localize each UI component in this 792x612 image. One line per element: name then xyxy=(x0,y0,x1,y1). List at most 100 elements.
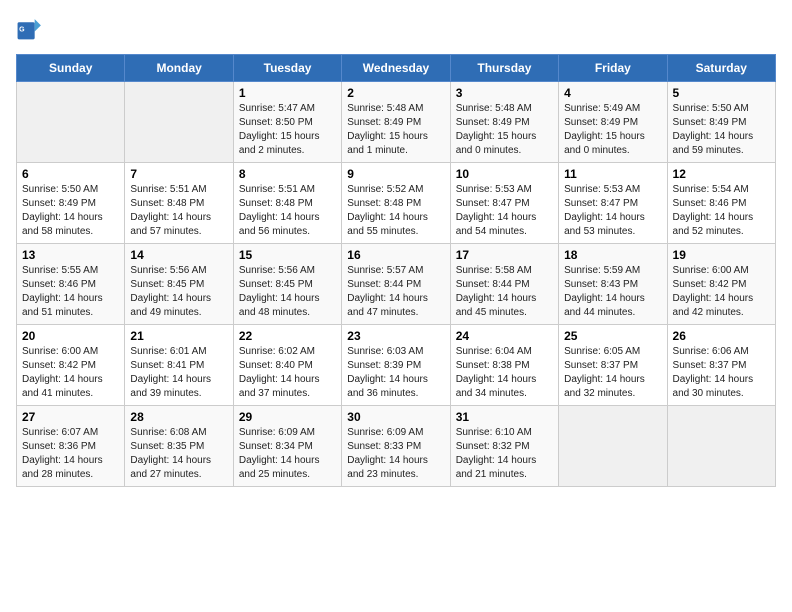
week-row-3: 13 Sunrise: 5:55 AMSunset: 8:46 PMDayligh… xyxy=(17,244,776,325)
calendar-cell: 7 Sunrise: 5:51 AMSunset: 8:48 PMDaylight… xyxy=(125,163,233,244)
day-detail: Sunrise: 6:02 AMSunset: 8:40 PMDaylight:… xyxy=(239,345,336,401)
day-detail: Sunrise: 5:49 AMSunset: 8:49 PMDaylight:… xyxy=(564,102,661,158)
day-number: 4 xyxy=(564,86,661,100)
day-detail: Sunrise: 6:01 AMSunset: 8:41 PMDaylight:… xyxy=(130,345,227,401)
day-detail: Sunrise: 5:58 AMSunset: 8:44 PMDaylight:… xyxy=(456,264,553,320)
calendar-cell: 10 Sunrise: 5:53 AMSunset: 8:47 PMDayligh… xyxy=(450,163,558,244)
logo: G xyxy=(16,16,48,44)
day-detail: Sunrise: 5:54 AMSunset: 8:46 PMDaylight:… xyxy=(673,183,770,239)
calendar-cell: 11 Sunrise: 5:53 AMSunset: 8:47 PMDayligh… xyxy=(559,163,667,244)
day-number: 24 xyxy=(456,329,553,343)
day-detail: Sunrise: 5:57 AMSunset: 8:44 PMDaylight:… xyxy=(347,264,444,320)
calendar-cell: 14 Sunrise: 5:56 AMSunset: 8:45 PMDayligh… xyxy=(125,244,233,325)
day-number: 14 xyxy=(130,248,227,262)
day-number: 20 xyxy=(22,329,119,343)
day-number: 1 xyxy=(239,86,336,100)
calendar-cell: 25 Sunrise: 6:05 AMSunset: 8:37 PMDayligh… xyxy=(559,325,667,406)
calendar-cell: 15 Sunrise: 5:56 AMSunset: 8:45 PMDayligh… xyxy=(233,244,341,325)
calendar-cell: 29Sunrise: 6:09 AMSunset: 8:34 PMDayligh… xyxy=(233,406,341,487)
header-wednesday: Wednesday xyxy=(342,55,450,82)
day-detail: Sunrise: 5:56 AMSunset: 8:45 PMDaylight:… xyxy=(130,264,227,320)
week-row-2: 6 Sunrise: 5:50 AMSunset: 8:49 PMDaylight… xyxy=(17,163,776,244)
day-number: 7 xyxy=(130,167,227,181)
day-detail: Sunrise: 6:06 AMSunset: 8:37 PMDaylight:… xyxy=(673,345,770,401)
calendar-cell: 23 Sunrise: 6:03 AMSunset: 8:39 PMDayligh… xyxy=(342,325,450,406)
calendar-cell: 12Sunrise: 5:54 AMSunset: 8:46 PMDayligh… xyxy=(667,163,775,244)
day-detail: Sunrise: 5:47 AMSunset: 8:50 PMDaylight:… xyxy=(239,102,336,158)
header-monday: Monday xyxy=(125,55,233,82)
page-header: G xyxy=(16,16,776,44)
calendar-cell: 19 Sunrise: 6:00 AMSunset: 8:42 PMDayligh… xyxy=(667,244,775,325)
svg-text:G: G xyxy=(19,27,25,34)
calendar-cell: 31 Sunrise: 6:10 AMSunset: 8:32 PMDayligh… xyxy=(450,406,558,487)
day-number: 26 xyxy=(673,329,770,343)
day-number: 25 xyxy=(564,329,661,343)
calendar-cell: 28Sunrise: 6:08 AMSunset: 8:35 PMDayligh… xyxy=(125,406,233,487)
calendar-cell: 18Sunrise: 5:59 AMSunset: 8:43 PMDayligh… xyxy=(559,244,667,325)
day-number: 6 xyxy=(22,167,119,181)
day-detail: Sunrise: 5:52 AMSunset: 8:48 PMDaylight:… xyxy=(347,183,444,239)
day-detail: Sunrise: 5:55 AMSunset: 8:46 PMDaylight:… xyxy=(22,264,119,320)
day-detail: Sunrise: 6:07 AMSunset: 8:36 PMDaylight:… xyxy=(22,426,119,482)
calendar-cell: 2 Sunrise: 5:48 AMSunset: 8:49 PMDaylight… xyxy=(342,82,450,163)
calendar-cell xyxy=(559,406,667,487)
calendar-cell: 26 Sunrise: 6:06 AMSunset: 8:37 PMDayligh… xyxy=(667,325,775,406)
day-detail: Sunrise: 6:09 AMSunset: 8:34 PMDaylight:… xyxy=(239,426,336,482)
day-number: 11 xyxy=(564,167,661,181)
calendar-cell: 20Sunrise: 6:00 AMSunset: 8:42 PMDayligh… xyxy=(17,325,125,406)
header-row: SundayMondayTuesdayWednesdayThursdayFrid… xyxy=(17,55,776,82)
day-number: 9 xyxy=(347,167,444,181)
calendar-header: SundayMondayTuesdayWednesdayThursdayFrid… xyxy=(17,55,776,82)
calendar-cell: 13 Sunrise: 5:55 AMSunset: 8:46 PMDayligh… xyxy=(17,244,125,325)
day-number: 22 xyxy=(239,329,336,343)
logo-icon: G xyxy=(16,16,44,44)
day-detail: Sunrise: 5:53 AMSunset: 8:47 PMDaylight:… xyxy=(456,183,553,239)
calendar-cell xyxy=(125,82,233,163)
week-row-4: 20Sunrise: 6:00 AMSunset: 8:42 PMDayligh… xyxy=(17,325,776,406)
day-number: 10 xyxy=(456,167,553,181)
calendar-cell: 27Sunrise: 6:07 AMSunset: 8:36 PMDayligh… xyxy=(17,406,125,487)
week-row-1: 1 Sunrise: 5:47 AMSunset: 8:50 PMDaylight… xyxy=(17,82,776,163)
day-detail: Sunrise: 6:00 AMSunset: 8:42 PMDaylight:… xyxy=(673,264,770,320)
day-detail: Sunrise: 6:09 AMSunset: 8:33 PMDaylight:… xyxy=(347,426,444,482)
day-number: 21 xyxy=(130,329,227,343)
calendar-cell: 4 Sunrise: 5:49 AMSunset: 8:49 PMDaylight… xyxy=(559,82,667,163)
day-detail: Sunrise: 5:51 AMSunset: 8:48 PMDaylight:… xyxy=(239,183,336,239)
day-detail: Sunrise: 6:05 AMSunset: 8:37 PMDaylight:… xyxy=(564,345,661,401)
day-detail: Sunrise: 5:48 AMSunset: 8:49 PMDaylight:… xyxy=(456,102,553,158)
day-detail: Sunrise: 6:03 AMSunset: 8:39 PMDaylight:… xyxy=(347,345,444,401)
day-detail: Sunrise: 5:48 AMSunset: 8:49 PMDaylight:… xyxy=(347,102,444,158)
day-detail: Sunrise: 6:04 AMSunset: 8:38 PMDaylight:… xyxy=(456,345,553,401)
header-friday: Friday xyxy=(559,55,667,82)
calendar-body: 1 Sunrise: 5:47 AMSunset: 8:50 PMDaylight… xyxy=(17,82,776,487)
calendar-cell: 16 Sunrise: 5:57 AMSunset: 8:44 PMDayligh… xyxy=(342,244,450,325)
header-saturday: Saturday xyxy=(667,55,775,82)
day-number: 17 xyxy=(456,248,553,262)
day-number: 19 xyxy=(673,248,770,262)
calendar-cell: 3Sunrise: 5:48 AMSunset: 8:49 PMDaylight… xyxy=(450,82,558,163)
day-number: 16 xyxy=(347,248,444,262)
header-tuesday: Tuesday xyxy=(233,55,341,82)
calendar-cell xyxy=(17,82,125,163)
day-number: 13 xyxy=(22,248,119,262)
day-number: 31 xyxy=(456,410,553,424)
day-number: 23 xyxy=(347,329,444,343)
calendar-table: SundayMondayTuesdayWednesdayThursdayFrid… xyxy=(16,54,776,487)
day-number: 8 xyxy=(239,167,336,181)
calendar-cell: 8 Sunrise: 5:51 AMSunset: 8:48 PMDaylight… xyxy=(233,163,341,244)
day-detail: Sunrise: 5:53 AMSunset: 8:47 PMDaylight:… xyxy=(564,183,661,239)
day-detail: Sunrise: 5:56 AMSunset: 8:45 PMDaylight:… xyxy=(239,264,336,320)
day-detail: Sunrise: 5:51 AMSunset: 8:48 PMDaylight:… xyxy=(130,183,227,239)
calendar-cell: 9 Sunrise: 5:52 AMSunset: 8:48 PMDaylight… xyxy=(342,163,450,244)
header-thursday: Thursday xyxy=(450,55,558,82)
calendar-cell: 5 Sunrise: 5:50 AMSunset: 8:49 PMDaylight… xyxy=(667,82,775,163)
header-sunday: Sunday xyxy=(17,55,125,82)
day-detail: Sunrise: 6:10 AMSunset: 8:32 PMDaylight:… xyxy=(456,426,553,482)
day-detail: Sunrise: 6:08 AMSunset: 8:35 PMDaylight:… xyxy=(130,426,227,482)
day-number: 15 xyxy=(239,248,336,262)
day-number: 5 xyxy=(673,86,770,100)
day-number: 2 xyxy=(347,86,444,100)
day-number: 30 xyxy=(347,410,444,424)
day-detail: Sunrise: 5:50 AMSunset: 8:49 PMDaylight:… xyxy=(22,183,119,239)
day-detail: Sunrise: 5:50 AMSunset: 8:49 PMDaylight:… xyxy=(673,102,770,158)
